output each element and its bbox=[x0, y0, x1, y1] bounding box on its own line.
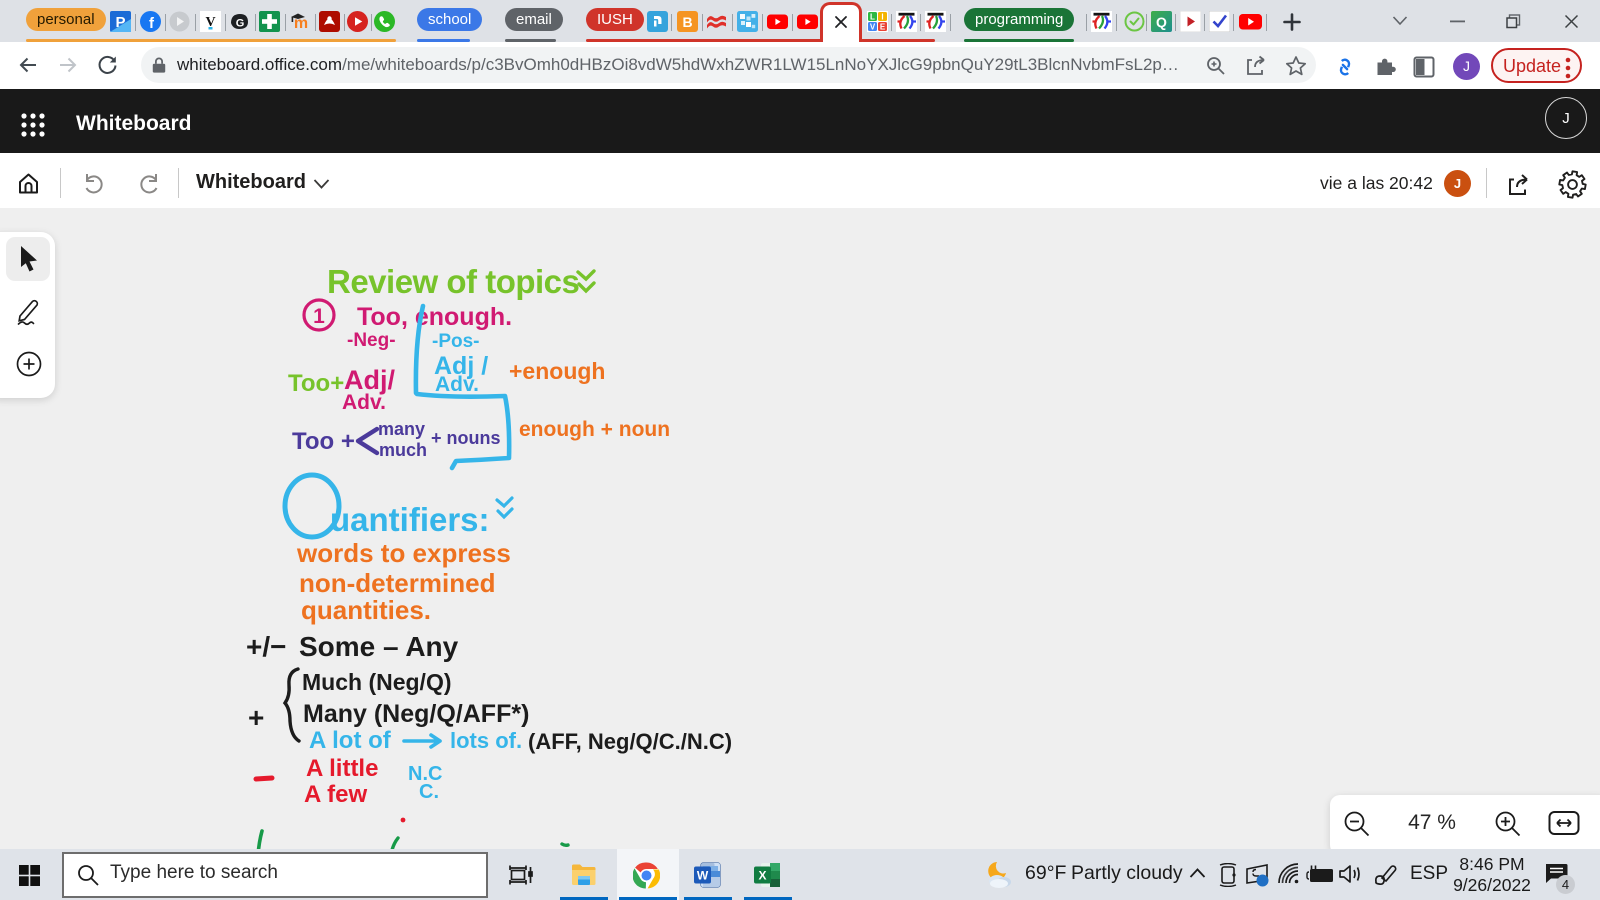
svg-text:V: V bbox=[870, 23, 876, 32]
svg-text:X: X bbox=[758, 869, 766, 883]
svg-text:W: W bbox=[697, 869, 709, 883]
svg-text:P: P bbox=[115, 14, 125, 31]
svg-text:Q: Q bbox=[1156, 14, 1167, 30]
svg-text:I: I bbox=[881, 13, 883, 22]
svg-text:E: E bbox=[880, 23, 886, 32]
svg-text:G: G bbox=[236, 18, 245, 30]
svg-text:B: B bbox=[682, 14, 692, 30]
svg-text:L: L bbox=[870, 13, 875, 22]
